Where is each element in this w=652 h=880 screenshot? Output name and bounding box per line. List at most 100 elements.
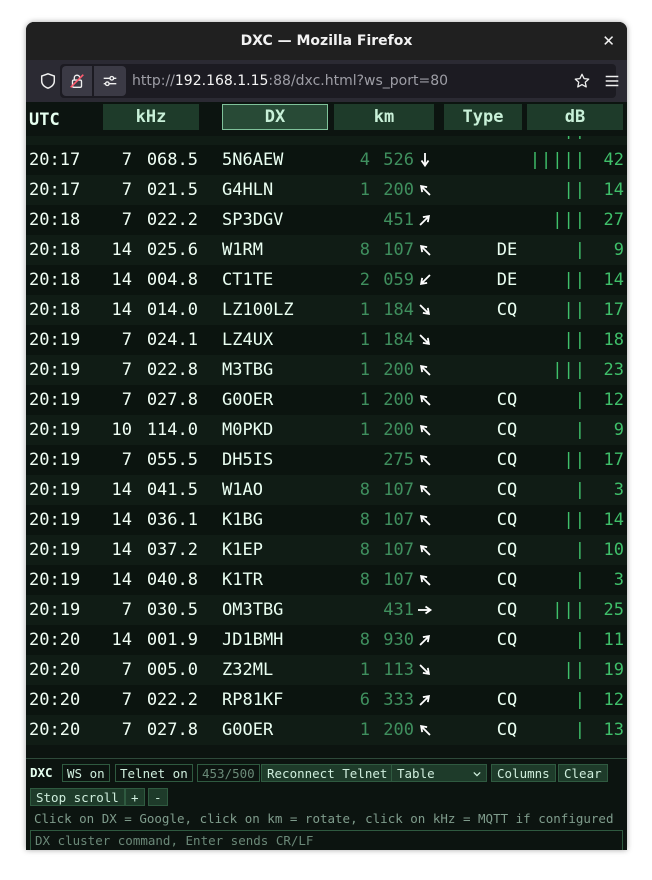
reconnect-telnet-button[interactable]: Reconnect Telnet <box>261 764 394 782</box>
cell-khz[interactable]: 024.1 <box>138 325 198 355</box>
cell-km[interactable]: 107 <box>378 565 414 595</box>
cell-dx[interactable]: OM3TBG <box>222 595 283 625</box>
cell-utc: 20:17 <box>29 180 81 200</box>
cell-khz[interactable]: 036.1 <box>138 505 198 535</box>
cell-dx[interactable]: CT1TE <box>222 265 273 295</box>
cell-km[interactable]: 451 <box>378 205 414 235</box>
cell-km[interactable]: 059 <box>378 265 414 295</box>
cell-km[interactable]: 200 <box>378 355 414 385</box>
cell-dx[interactable]: LZ100LZ <box>222 295 294 325</box>
cell-dx[interactable]: K1BG <box>222 505 263 535</box>
cell-signal-bars: | <box>574 240 586 260</box>
cell-dx[interactable]: W1RM <box>222 235 263 265</box>
view-select[interactable]: Table <box>391 764 487 782</box>
cell-km[interactable]: 184 <box>378 295 414 325</box>
header-db[interactable]: dB <box>527 104 623 130</box>
bookmark-star-icon[interactable] <box>570 69 594 93</box>
cell-dx[interactable]: LZ4UX <box>222 325 273 355</box>
cell-khz[interactable]: 005.0 <box>138 655 198 685</box>
cell-dx[interactable]: K1EP <box>222 535 263 565</box>
permissions-icon[interactable] <box>94 66 126 96</box>
cell-dx[interactable]: M0PKD <box>222 415 273 445</box>
cell-khz[interactable]: 001.9 <box>138 625 198 655</box>
cell-km[interactable]: 431 <box>378 595 414 625</box>
cell-dx[interactable]: G0OER <box>222 715 273 745</box>
cell-type <box>492 325 522 355</box>
cell-db: 14 <box>603 270 624 290</box>
cell-cq-zone: 1 <box>359 660 370 680</box>
cell-dx[interactable]: DH5IS <box>222 445 273 475</box>
cell-utc: 20:19 <box>29 450 81 470</box>
command-input[interactable]: DX cluster command, Enter sends CR/LF <box>30 830 623 850</box>
cell-dx[interactable]: SP3DGV <box>222 205 283 235</box>
insecure-lock-icon[interactable] <box>62 66 92 96</box>
cell-km[interactable]: 200 <box>378 715 414 745</box>
cell-db: 18 <box>603 330 624 350</box>
cell-cq-zone: 2 <box>359 270 370 290</box>
font-plus-button[interactable]: + <box>125 788 145 806</box>
cell-cq-zone: 8 <box>359 630 370 650</box>
cell-utc: 20:19 <box>29 600 81 620</box>
cell-khz[interactable]: 041.5 <box>138 475 198 505</box>
columns-button[interactable]: Columns <box>491 764 556 782</box>
cell-dx[interactable]: RP81KF <box>222 685 283 715</box>
cell-khz[interactable]: 014.0 <box>138 295 198 325</box>
cell-khz[interactable]: 027.8 <box>138 715 198 745</box>
cell-dx[interactable]: Z32ML <box>222 655 273 685</box>
font-minus-button[interactable]: - <box>148 788 168 806</box>
cell-band: 7 <box>121 180 132 200</box>
cell-km[interactable]: 200 <box>378 175 414 205</box>
cell-khz[interactable]: 022.8 <box>138 355 198 385</box>
cell-khz[interactable]: 025.6 <box>138 235 198 265</box>
cell-khz[interactable]: 022.2 <box>138 685 198 715</box>
cell-khz[interactable]: 068.5 <box>138 145 198 175</box>
cell-utc: 20:19 <box>29 510 81 530</box>
cell-dx[interactable]: M3TBG <box>222 355 273 385</box>
header-khz[interactable]: kHz <box>103 104 199 130</box>
cell-km[interactable]: 333 <box>378 685 414 715</box>
cell-khz[interactable]: 022.2 <box>138 205 198 235</box>
cell-khz[interactable]: 021.5 <box>138 175 198 205</box>
header-km[interactable]: km <box>334 104 434 130</box>
header-type[interactable]: Type <box>444 104 522 130</box>
header-utc[interactable]: UTC <box>29 107 89 133</box>
close-window-button[interactable]: ✕ <box>602 22 615 60</box>
cell-dx[interactable]: 5N6AEW <box>222 145 283 175</box>
stop-scroll-button[interactable]: Stop scroll <box>30 788 125 806</box>
cell-dx[interactable]: G0OER <box>222 385 273 415</box>
cell-km[interactable]: 107 <box>378 505 414 535</box>
cell-khz[interactable]: 055.5 <box>138 445 198 475</box>
cell-km[interactable]: 113 <box>378 655 414 685</box>
cell-km[interactable]: 107 <box>378 535 414 565</box>
cell-km[interactable]: 107 <box>378 235 414 265</box>
cell-km[interactable]: 200 <box>378 415 414 445</box>
cell-km[interactable]: 107 <box>378 475 414 505</box>
cell-utc: 20:19 <box>29 390 81 410</box>
cell-khz[interactable]: 114.0 <box>138 415 198 445</box>
cell-db: 12 <box>603 390 624 410</box>
browser-window: DXC — Mozilla Firefox ✕ http://192.168.1… <box>26 22 627 850</box>
url-text[interactable]: http://192.168.1.15:88/dxc.html?ws_port=… <box>132 64 448 98</box>
cell-khz[interactable]: 040.8 <box>138 565 198 595</box>
cell-km[interactable]: 184 <box>378 325 414 355</box>
cell-dx[interactable]: G4HLN <box>222 175 273 205</box>
clear-button[interactable]: Clear <box>558 764 608 782</box>
cell-km[interactable]: 275 <box>378 445 414 475</box>
cell-km[interactable]: 200 <box>378 385 414 415</box>
header-dx[interactable]: DX <box>222 104 328 130</box>
cell-dx[interactable]: W1AO <box>222 475 263 505</box>
cell-cq-zone: 1 <box>359 390 370 410</box>
cell-band: 7 <box>121 210 132 230</box>
cell-km[interactable]: 930 <box>378 625 414 655</box>
cell-dx[interactable]: K1TR <box>222 565 263 595</box>
cell-dx[interactable]: JD1BMH <box>222 625 283 655</box>
tracking-shield-icon[interactable] <box>34 67 62 95</box>
cell-km[interactable]: 526 <box>378 145 414 175</box>
cell-khz[interactable]: 027.8 <box>138 385 198 415</box>
hamburger-menu-icon[interactable] <box>600 69 624 93</box>
url-bar[interactable]: http://192.168.1.15:88/dxc.html?ws_port=… <box>60 64 619 98</box>
cell-type: CQ <box>496 450 518 470</box>
cell-khz[interactable]: 030.5 <box>138 595 198 625</box>
cell-khz[interactable]: 004.8 <box>138 265 198 295</box>
cell-khz[interactable]: 037.2 <box>138 535 198 565</box>
